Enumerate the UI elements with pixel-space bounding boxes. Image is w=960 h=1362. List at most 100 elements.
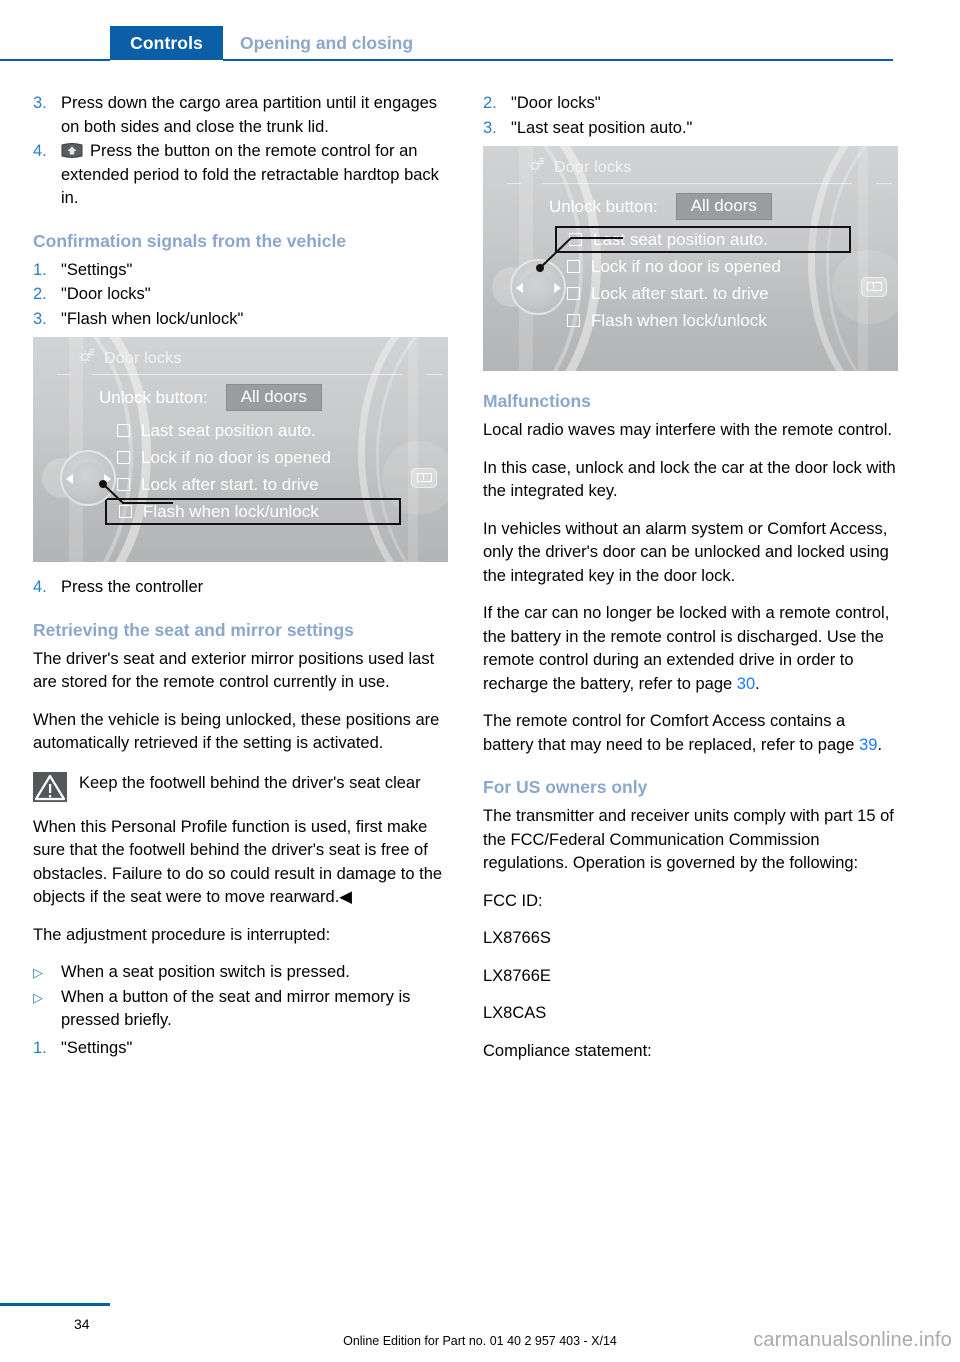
bullet-arrow-icon: ▷: [33, 965, 43, 980]
idrive-tick: [57, 374, 71, 375]
page-reference-link[interactable]: 39: [859, 736, 877, 754]
idrive-option-label: Flash when lock/unlock: [143, 501, 319, 521]
knob-right-arrow-icon: [554, 283, 561, 293]
list-marker: 3.: [33, 94, 47, 112]
heading-confirmation-signals: Confirmation signals from the vehicle: [33, 230, 347, 251]
idrive-option-row: Lock after start. to drive: [561, 280, 851, 307]
paragraph-with-page-ref: If the car can no longer be locked with …: [483, 602, 898, 696]
warning-callout: Keep the footwell behind the driver's se…: [33, 771, 448, 802]
knob-inner: [522, 271, 554, 303]
list-item-label: Press the controller: [61, 578, 204, 596]
idrive-side-button-glyph-icon: [417, 473, 432, 482]
list-item: 3. Press down the cargo area partition u…: [33, 92, 448, 139]
paragraph: The adjustment procedure is interrupted:: [33, 925, 331, 944]
paragraph: The driver's seat and exterior mirror po…: [33, 649, 435, 692]
idrive-unlock-label: Unlock button:: [99, 387, 208, 407]
left-column: 3. Press down the cargo area partition u…: [33, 92, 448, 1064]
idrive-option-label: Last seat position auto.: [593, 229, 768, 249]
idrive-unlock-button-row: Unlock button: All doors: [549, 193, 772, 220]
idrive-controller-knob: [492, 259, 566, 315]
list-item-label: Press the button on the remote control f…: [61, 140, 448, 211]
checkbox-icon: [117, 478, 130, 491]
idrive-figure-door-locks-last-seat: Door locks Unlock button: All doors Last…: [483, 146, 898, 371]
knob-left-arrow-icon: [516, 283, 523, 293]
gear-settings-icon: [527, 156, 546, 180]
checkbox-icon: [117, 424, 130, 437]
checkbox-icon: [117, 451, 130, 464]
paragraph-text-tail: .: [755, 674, 760, 693]
list-item: 4. Press the button on the remote contro…: [33, 140, 448, 211]
list-item: ▷ When a button of the seat and mirror m…: [33, 986, 448, 1033]
idrive-option-row-highlighted: Last seat position auto.: [555, 226, 851, 253]
list-item: ▷ When a seat position switch is pressed…: [33, 961, 448, 985]
idrive-option-row-highlighted: Flash when lock/unlock: [105, 498, 401, 525]
idrive-option-row: Flash when lock/unlock: [561, 307, 851, 334]
page-header: Controls Opening and closing: [0, 26, 960, 60]
breadcrumb-section-label: Opening and closing: [240, 32, 414, 53]
list-item: 2. "Door locks": [33, 283, 448, 307]
breadcrumb-chapter-tab: Controls: [110, 26, 223, 60]
list-item-label: "Settings": [61, 1038, 133, 1057]
right-column: 2. "Door locks" 3. "Last seat position a…: [483, 92, 898, 1077]
list-marker: 3.: [33, 309, 47, 328]
gear-settings-icon: [77, 347, 96, 371]
idrive-side-button-glyph-icon: [867, 282, 882, 291]
idrive-option-list: Last seat position auto. Lock if no door…: [105, 417, 401, 525]
list-item-label: Press down the cargo area partition unti…: [61, 94, 438, 136]
idrive-title-row: Door locks: [527, 156, 632, 180]
idrive-title: Door locks: [104, 350, 182, 367]
idrive-option-row: Lock after start. to drive: [111, 471, 401, 498]
left-step-after-figure: 4. Press the controller: [33, 576, 448, 600]
checkbox-icon: [569, 233, 582, 246]
list-item: 1. "Settings": [33, 259, 448, 283]
checkbox-icon: [567, 287, 580, 300]
paragraph: When the vehicle is being unlocked, thes…: [33, 710, 440, 753]
idrive-option-label: Lock after start. to drive: [591, 283, 769, 303]
page-number: 34: [74, 1316, 90, 1332]
list-item: 2. "Door locks": [483, 92, 898, 116]
left-step-last: 1. "Settings": [33, 1037, 448, 1061]
list-marker: 2.: [483, 94, 497, 112]
list-marker: 3.: [483, 118, 497, 137]
list-item-label: "Door locks": [61, 285, 151, 303]
footer-rule: [0, 1303, 110, 1306]
idrive-unlock-button-row: Unlock button: All doors: [99, 384, 322, 411]
idrive-title: Door locks: [554, 159, 632, 176]
list-item-label: "Door locks": [511, 94, 601, 112]
list-item: 4. Press the controller: [33, 576, 448, 600]
list-item-label: "Last seat position auto.": [511, 118, 693, 137]
idrive-option-label: Lock if no door is opened: [141, 447, 331, 467]
paragraph: In vehicles without an alarm system or C…: [483, 519, 889, 585]
list-item: 3. "Flash when lock/unlock": [33, 308, 448, 332]
right-steps-top: 2. "Door locks" 3. "Last seat position a…: [483, 92, 898, 140]
header-rule-left: [0, 59, 110, 61]
paragraph-with-page-ref: The remote control for Comfort Access co…: [483, 710, 898, 757]
page-reference-link[interactable]: 30: [737, 675, 755, 693]
knob-left-arrow-icon: [66, 474, 73, 484]
list-marker: 2.: [33, 285, 47, 303]
header-rule: [223, 59, 893, 61]
list-marker: 1.: [33, 260, 47, 279]
list-marker: 4.: [33, 578, 47, 596]
idrive-tick: [507, 183, 521, 184]
idrive-figure-door-locks-flash: Door locks Unlock button: All doors Last…: [33, 337, 448, 562]
idrive-unlock-label: Unlock button:: [549, 196, 658, 216]
checkbox-icon: [567, 260, 580, 273]
idrive-title-underline: [92, 374, 402, 375]
convertible-top-button-icon: [61, 142, 83, 159]
paragraph-text-tail: .: [877, 735, 883, 754]
list-item-text: Press the button on the remote control f…: [61, 142, 439, 207]
list-item: 1. "Settings": [33, 1037, 448, 1061]
warning-title: Keep the footwell behind the driver's se…: [79, 773, 421, 792]
list-item-label: When a button of the seat and mirror mem…: [61, 987, 411, 1030]
idrive-unlock-value: All doors: [675, 193, 772, 220]
heading-malfunctions: Malfunctions: [483, 391, 591, 411]
paragraph-text: If the car can no longer be locked with …: [483, 604, 890, 693]
left-bullets: ▷ When a seat position switch is pressed…: [33, 961, 448, 1033]
checkbox-icon: [567, 314, 580, 327]
warning-triangle-icon: [33, 771, 67, 802]
fcc-id-value: LX8766S: [483, 929, 551, 947]
idrive-title-row: Door locks: [77, 347, 182, 371]
list-item: 3. "Last seat position auto.": [483, 117, 898, 141]
list-item-label: "Flash when lock/unlock": [61, 309, 244, 328]
